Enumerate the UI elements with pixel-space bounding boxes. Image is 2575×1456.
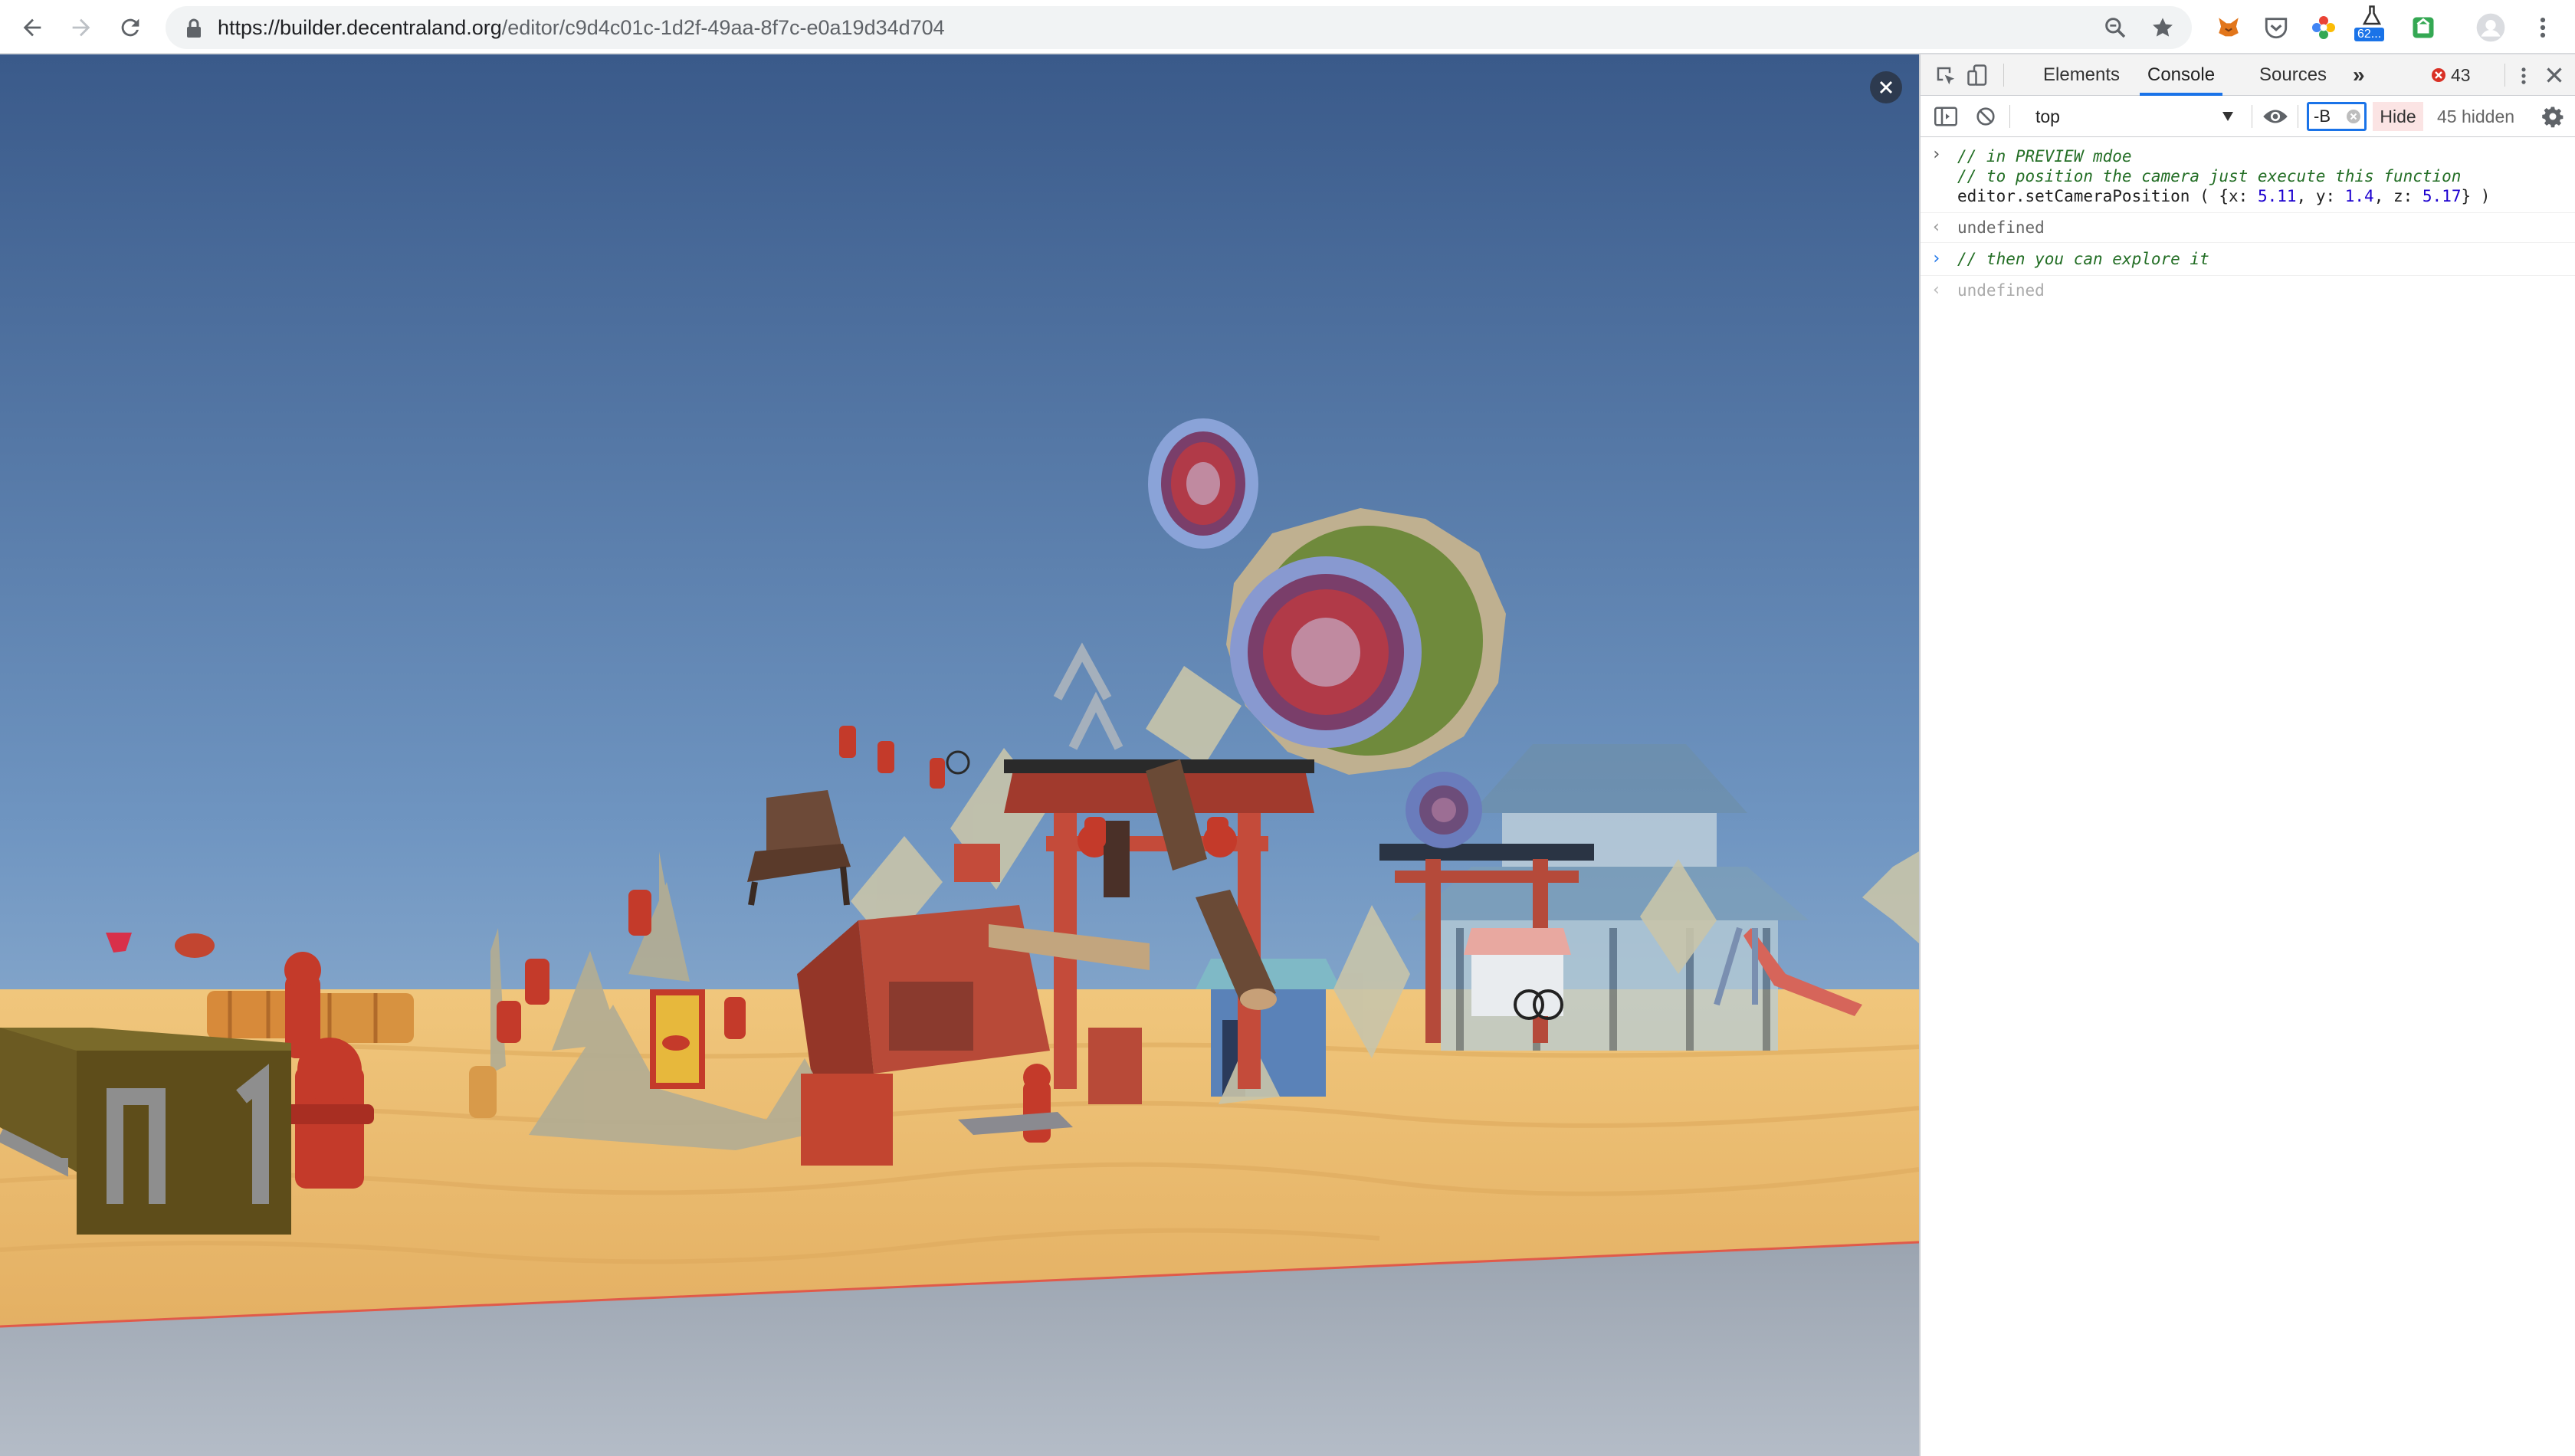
devtools-menu-icon[interactable] <box>2520 65 2527 87</box>
clear-filter-icon[interactable] <box>2346 109 2361 124</box>
more-tabs-button[interactable]: » <box>2353 54 2365 96</box>
sheet-icon <box>2413 17 2434 38</box>
colorful-extension-icon[interactable] <box>2308 12 2339 43</box>
close-devtools-icon[interactable] <box>2546 67 2563 84</box>
console-line: // then you can explore it <box>1957 250 2209 268</box>
red-box <box>1088 1028 1142 1104</box>
live-expression-eye-icon[interactable] <box>2262 105 2288 128</box>
code-call: editor.setCameraPosition <box>1957 187 2190 205</box>
pocket-extension-icon[interactable] <box>2261 12 2291 43</box>
close-preview-button[interactable] <box>1870 71 1902 103</box>
filter-value: -B <box>2314 107 2331 126</box>
console-input-entry[interactable]: › // in PREVIEW mdoe // to position the … <box>1921 137 2575 213</box>
hide-network-button[interactable]: Hide <box>2373 102 2423 131</box>
back-button[interactable] <box>12 8 52 48</box>
tab-sources[interactable]: Sources <box>2259 54 2327 96</box>
console-result: undefined <box>1957 218 2045 237</box>
arrow-right-icon <box>72 18 90 37</box>
toolbar-divider <box>2009 105 2010 128</box>
browser-toolbar: https://builder.decentraland.org/editor/… <box>0 0 2575 54</box>
console-filter-input[interactable]: -B <box>2307 102 2367 131</box>
code-text: , y: <box>2296 187 2345 205</box>
console-result: undefined <box>1957 281 2045 300</box>
toolbar-divider <box>2003 64 2004 87</box>
url-host: https://builder.decentraland.org <box>218 16 502 39</box>
reload-button[interactable] <box>110 8 150 48</box>
code-text: ( {x: <box>2190 187 2258 205</box>
address-bar[interactable]: https://builder.decentraland.org/editor/… <box>166 6 2192 49</box>
console-toolbar: top -B Hide 45 hidden <box>1921 96 2575 137</box>
chevron-left-icon: ‹ <box>1931 280 1942 300</box>
chevron-left-icon: ‹ <box>1931 218 1942 237</box>
extension-badge: 62... <box>2354 28 2385 41</box>
profile-avatar[interactable] <box>2475 12 2506 43</box>
clear-console-icon[interactable] <box>1976 107 1996 126</box>
bookmark-star-icon[interactable] <box>2150 15 2175 40</box>
pumpkin <box>175 933 215 958</box>
console-result-entry: ‹ undefined <box>1921 213 2575 243</box>
console-line: editor.setCameraPosition ( {x: 5.11, y: … <box>1957 186 2575 206</box>
tab-console[interactable]: Console <box>2140 54 2223 96</box>
fox-icon <box>2219 18 2239 37</box>
pinwheel-icon <box>2312 16 2335 39</box>
toolbar-divider <box>2504 64 2505 87</box>
floating-disc-small <box>1406 772 1482 848</box>
tab-elements[interactable]: Elements <box>2043 54 2120 96</box>
devtools-tabbar: Elements Console Sources » 43 <box>1921 54 2575 96</box>
error-icon <box>2432 68 2445 82</box>
banner <box>650 989 705 1089</box>
lock-icon <box>187 18 201 38</box>
context-selector[interactable]: top <box>2019 103 2241 130</box>
browser-menu-button[interactable] <box>2527 12 2558 43</box>
sidebar-toggle-icon[interactable] <box>1934 106 1957 127</box>
flask-icon <box>2362 5 2382 25</box>
close-icon <box>1879 80 1893 94</box>
console-settings-gear-icon[interactable] <box>2541 105 2564 128</box>
console-line: // in PREVIEW mdoe <box>1957 147 2132 166</box>
chevron-right-icon: › <box>1931 145 1942 164</box>
url-path: /editor/c9d4c01c-1d2f-49aa-8f7c-e0a19d34… <box>501 16 945 39</box>
hidden-messages-count: 45 hidden <box>2437 107 2515 126</box>
code-number: 1.4 <box>2344 187 2374 205</box>
error-count[interactable]: 43 <box>2451 54 2471 96</box>
reload-icon <box>121 18 139 37</box>
code-number: 5.11 <box>2257 187 2297 205</box>
flask-extension-icon[interactable]: 62... <box>2353 5 2391 43</box>
market-stall <box>1464 928 1571 1020</box>
device-toggle-icon[interactable] <box>1967 64 1989 87</box>
inspect-element-icon[interactable] <box>1934 64 1957 87</box>
devtools-panel: Elements Console Sources » 43 top -B Hid… <box>1919 54 2575 1456</box>
code-text: , z: <box>2373 187 2422 205</box>
green-extension-icon[interactable] <box>2408 12 2439 43</box>
console-result-entry: ‹ undefined <box>1921 276 2575 305</box>
console-output[interactable]: › // in PREVIEW mdoe // to position the … <box>1921 137 2575 305</box>
chevron-right-icon: › <box>1931 249 1942 268</box>
floating-disc-top <box>1148 418 1258 549</box>
context-value: top <box>2035 107 2060 126</box>
dropdown-triangle-icon <box>2222 112 2233 121</box>
wooden-lanterns <box>469 1066 497 1118</box>
zoom-icon[interactable] <box>2103 15 2127 40</box>
forward-button[interactable] <box>61 8 101 48</box>
code-number: 5.17 <box>2422 187 2462 205</box>
code-text: } ) <box>2461 187 2491 205</box>
url-text: https://builder.decentraland.org/editor/… <box>218 6 945 49</box>
pocket-icon <box>2265 18 2288 39</box>
scene-canvas[interactable] <box>0 54 1919 1456</box>
avatar-icon <box>2476 13 2505 42</box>
metamask-extension-icon[interactable] <box>2213 12 2244 43</box>
scene-preview[interactable] <box>0 54 1919 1456</box>
console-input-entry[interactable]: › // then you can explore it <box>1921 243 2575 276</box>
red-crate <box>801 1074 893 1166</box>
console-line: // to position the camera just execute t… <box>1957 167 2462 185</box>
kebab-menu-icon <box>2540 17 2546 38</box>
arrow-left-icon <box>23 18 41 37</box>
